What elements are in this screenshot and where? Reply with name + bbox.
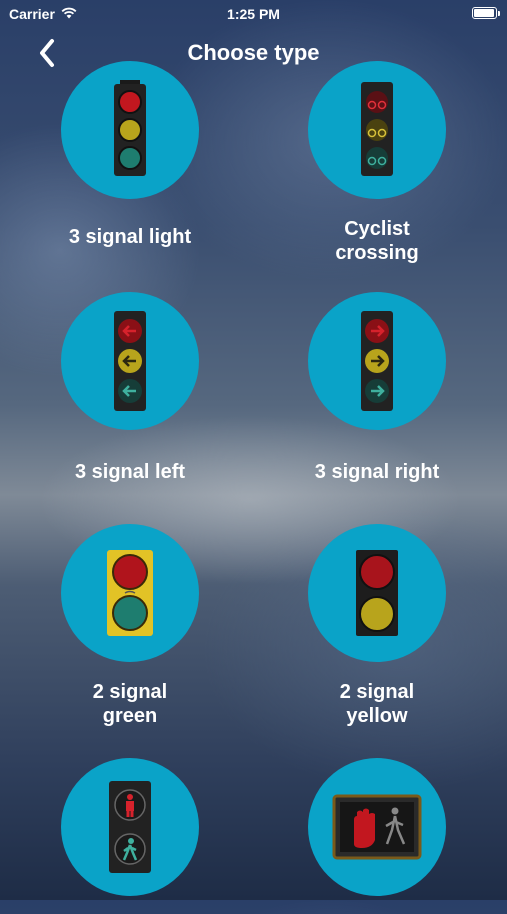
- icon-circle: [308, 292, 446, 430]
- type-2-signal-green[interactable]: 2 signal green: [15, 524, 245, 728]
- traffic-light-3-signal-icon: [114, 80, 146, 176]
- type-label: 3 signal right: [314, 461, 440, 483]
- icon-circle: [308, 524, 446, 662]
- type-label: 2 signal yellow: [339, 681, 415, 727]
- icon-circle: [61, 61, 199, 199]
- type-3-signal-light[interactable]: 3 signal light: [15, 61, 245, 249]
- type-label: 3 signal light: [68, 226, 192, 248]
- type-label: 2 signal green: [92, 681, 168, 727]
- cyclist-crossing-light-icon: [361, 82, 393, 176]
- type-label: 3 signal left: [74, 461, 186, 483]
- type-2-signal-yellow[interactable]: 2 signal yellow: [262, 524, 492, 728]
- pedestrian-box-signal-icon: [332, 794, 422, 860]
- pedestrian-signal-icon: [109, 781, 151, 873]
- type-pedestrian-box-signal[interactable]: [262, 758, 492, 914]
- status-bar: Carrier 1:25 PM: [0, 0, 507, 28]
- two-signal-yellow-light-icon: [356, 550, 398, 636]
- type-3-signal-right[interactable]: 3 signal right: [262, 292, 492, 484]
- type-pedestrian-signal[interactable]: [15, 758, 245, 914]
- status-time: 1:25 PM: [227, 6, 280, 22]
- traffic-light-right-arrow-icon: [361, 311, 393, 411]
- type-cyclist-crossing[interactable]: Cyclist crossing: [262, 61, 492, 265]
- icon-circle: [308, 61, 446, 199]
- icon-circle: [61, 292, 199, 430]
- traffic-light-left-arrow-icon: [114, 311, 146, 411]
- icon-circle: [308, 758, 446, 896]
- battery-icon: [472, 7, 500, 19]
- battery-fill: [474, 9, 494, 17]
- type-label: Cyclist crossing: [335, 218, 419, 264]
- icon-circle: [61, 524, 199, 662]
- icon-circle: [61, 758, 199, 896]
- type-3-signal-left[interactable]: 3 signal left: [15, 292, 245, 484]
- two-signal-green-light-icon: [107, 550, 153, 636]
